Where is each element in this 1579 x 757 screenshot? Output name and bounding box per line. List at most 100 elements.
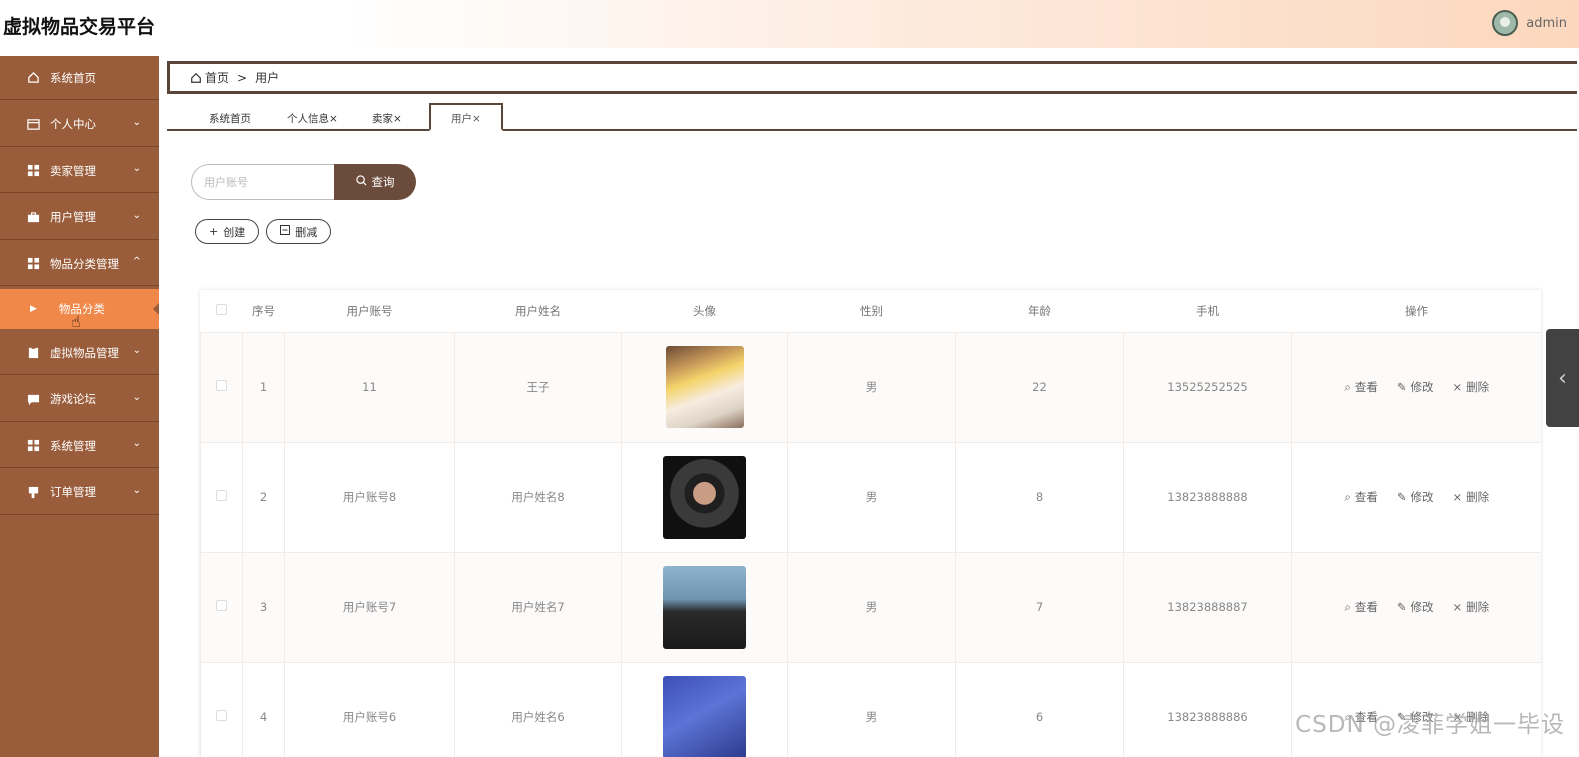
sidebar-item-label: 虚拟物品管理 [50,345,119,360]
view-label: 查看 [1354,380,1378,394]
avatar-image[interactable] [663,675,746,757]
sidebar-subitem-label: 物品分类 [58,301,105,316]
view-button[interactable]: ⌕ 查看 [1344,489,1377,505]
view-button[interactable]: ⌕ 查看 [1344,599,1377,615]
close-icon: × [1452,600,1463,614]
chat-icon [26,392,40,406]
sidebar-item-personal[interactable]: 个人中心 ⌄ [0,102,159,147]
sidebar-item-orders[interactable]: 订单管理 ⌄ [0,470,159,515]
sidebar-item-forum[interactable]: 游戏论坛 ⌄ [0,377,159,422]
chevron-down-icon: ⌄ [132,209,141,221]
chevron-down-icon: ⌄ [132,484,141,496]
chevron-left-icon: ‹ [1558,365,1567,391]
chevron-up-icon: ^ [132,256,141,267]
search-icon [355,175,367,189]
search-icon: ⌕ [1344,599,1351,614]
column-header[interactable]: 手机 [1124,290,1292,332]
chevron-down-icon: ⌄ [132,391,141,403]
user-avatar[interactable] [1492,10,1519,36]
pencil-icon: ✎ [1396,600,1407,614]
user-menu[interactable]: admin [1492,10,1567,36]
edit-label: 修改 [1410,380,1434,394]
delete-row-button[interactable]: × 删除 [1452,489,1489,505]
select-all-checkbox[interactable] [216,303,227,315]
delete-label: 删除 [1466,600,1490,614]
cell-gender: 男 [787,551,956,662]
cell-age: 6 [955,661,1124,757]
tab-home[interactable]: 系统首页 [209,108,251,130]
sidebar-item-sellers[interactable]: 卖家管理 ⌄ [0,149,159,193]
cell-phone: 13525252525 [1123,331,1292,442]
watermark: CSDN @凌菲学姐一毕设 [1295,712,1565,738]
cell-account: 用户账号6 [284,661,455,757]
mouse-pointer-icon: ☝ [71,312,81,331]
column-header[interactable]: 用户姓名 [455,290,622,332]
sidebar-item-label: 物品分类管理 [50,256,119,271]
edit-button[interactable]: ✎ 修改 [1397,489,1434,505]
search-icon: ⌕ [1344,489,1351,504]
pencil-icon: ✎ [1396,490,1407,504]
edit-label: 修改 [1410,600,1434,614]
delete-row-button[interactable]: × 删除 [1452,599,1489,615]
home-icon[interactable] [190,72,202,84]
create-button[interactable]: + 创建 [195,219,260,244]
cell-gender: 男 [787,441,956,552]
row-checkbox[interactable] [216,490,227,501]
sidebar-item-virtual-goods[interactable]: 虚拟物品管理 ⌄ [0,331,159,375]
breadcrumb-separator: > [237,70,248,85]
briefcase-icon [26,210,40,224]
tab-users[interactable]: 用户× [429,103,503,131]
edit-button[interactable]: ✎ 修改 [1397,599,1434,615]
search-input[interactable] [191,164,334,200]
avatar-image[interactable] [663,455,746,539]
sidebar-item-home[interactable]: 系统首页 [0,56,159,100]
caret-right-icon: ▶ [30,303,37,314]
user-table: 序号 用户账号 用户姓名 头像 性别 年龄 手机 操作 1 11 王子 男 22… [200,290,1541,757]
row-checkbox[interactable] [216,600,227,611]
row-checkbox[interactable] [216,380,227,391]
delete-button[interactable]: 删减 [266,219,332,244]
cell-no: 2 [242,441,285,552]
sidebar-item-label: 系统首页 [50,70,96,85]
collapse-panel-button[interactable]: ‹ [1546,329,1579,427]
app-title: 虚拟物品交易平台 [3,16,156,38]
cell-account: 用户账号7 [284,551,455,662]
tab-sellers[interactable]: 卖家× [372,108,402,130]
column-header[interactable]: 序号 [243,290,285,332]
cell-phone: 13823888887 [1123,551,1292,662]
delete-row-button[interactable]: × 删除 [1452,379,1489,395]
top-header: 虚拟物品交易平台 admin [0,0,1579,48]
table-header: 序号 用户账号 用户姓名 头像 性别 年龄 手机 操作 [201,290,1542,332]
cell-name: 用户姓名7 [454,551,622,662]
cell-phone: 13823888886 [1123,661,1292,757]
chevron-down-icon: ⌄ [132,345,141,356]
delete-label: 删除 [1466,380,1490,394]
search-button[interactable]: 查询 [334,164,416,200]
create-button-label: 创建 [223,225,246,239]
tab-personal[interactable]: 个人信息× [287,108,338,130]
cell-name: 王子 [454,331,622,442]
cell-account: 11 [284,331,455,442]
sidebar-item-users[interactable]: 用户管理 ⌄ [0,195,159,240]
view-label: 查看 [1354,490,1378,504]
row-checkbox[interactable] [216,710,227,722]
sidebar-item-category[interactable]: 物品分类管理 ^ [0,242,159,286]
cell-phone: 13823888888 [1123,441,1292,552]
column-header[interactable]: 用户账号 [285,290,455,332]
close-icon: × [1452,490,1463,504]
avatar-image[interactable] [663,565,746,649]
breadcrumb-home[interactable]: 首页 [205,69,229,86]
username[interactable]: admin [1526,16,1567,31]
breadcrumb-current: 用户 [255,71,280,85]
tab-bar: 系统首页 个人信息× 卖家× 用户× [167,102,1577,131]
view-button[interactable]: ⌕ 查看 [1344,379,1377,395]
column-header[interactable]: 年龄 [956,290,1124,332]
sidebar-item-system[interactable]: 系统管理 ⌄ [0,424,159,468]
column-header[interactable]: 性别 [788,290,956,332]
edit-button[interactable]: ✎ 修改 [1397,379,1434,395]
sidebar-item-label: 系统管理 [50,438,96,453]
pencil-icon: ✎ [1396,380,1407,394]
breadcrumb: 首页 > 用户 [167,61,1577,94]
avatar-image[interactable] [665,346,744,428]
table-row: 3 用户账号7 用户姓名7 男 7 13823888887 ⌕ 查看 ✎ 修改 × 删… [200,551,1541,662]
